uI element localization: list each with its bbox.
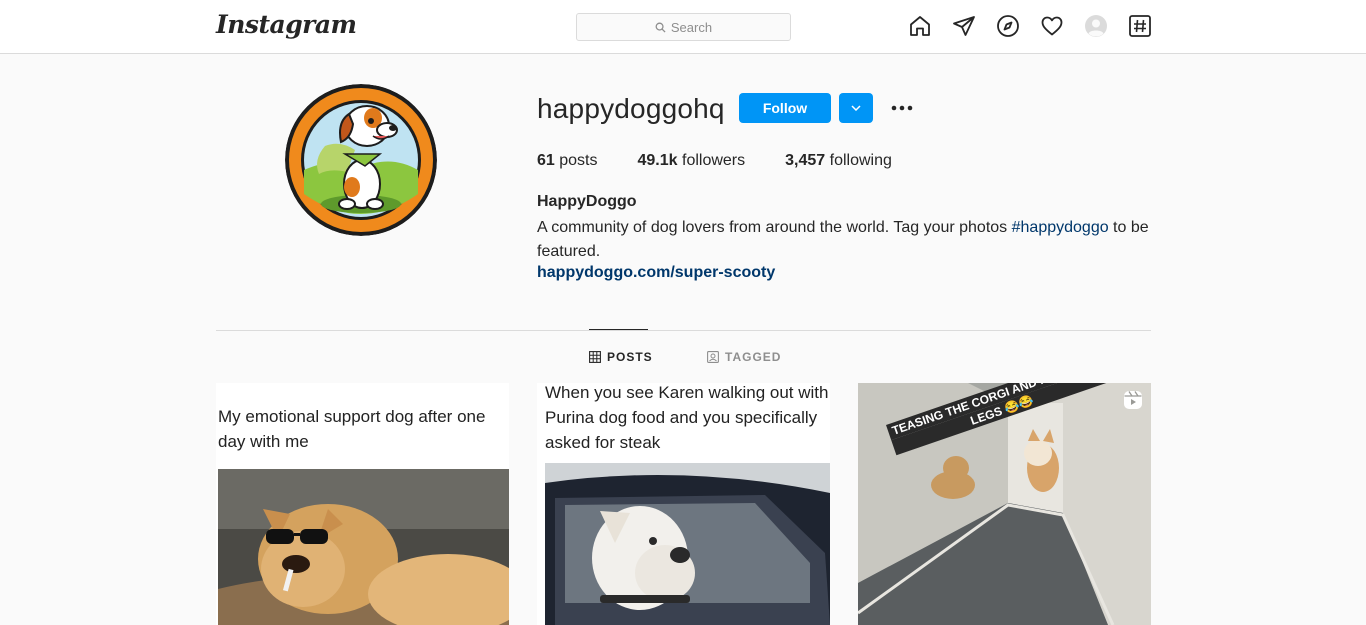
- profile-bio: A community of dog lovers from around th…: [537, 216, 1157, 264]
- post-thumbnail-reel[interactable]: TEASING THE CORGI AND HIS SHORT LEGS 😂😂: [858, 383, 1151, 625]
- tab-posts-label: POSTS: [607, 350, 653, 364]
- reels-icon: [1124, 391, 1142, 409]
- suggested-accounts-button[interactable]: [839, 93, 873, 123]
- dog-mascot-logo: [285, 84, 437, 236]
- posts-count-label: posts: [559, 152, 598, 169]
- more-options-icon: [891, 105, 913, 111]
- following-count-value: 3,457: [785, 152, 826, 169]
- tagged-user-icon: [707, 351, 719, 363]
- activity-icon[interactable]: [1039, 13, 1065, 39]
- posts-count-value: 61: [537, 152, 555, 169]
- followers-count-value: 49.1k: [637, 152, 678, 169]
- home-icon[interactable]: [907, 13, 933, 39]
- posts-count: 61 posts: [537, 152, 598, 170]
- followers-link[interactable]: 49.1k followers: [638, 152, 746, 170]
- profile-website-link[interactable]: happydoggo.com/super-scooty: [537, 264, 775, 282]
- tabs-divider: [216, 330, 1151, 331]
- tab-tagged-label: TAGGED: [725, 350, 782, 364]
- post-caption-text: My emotional support dog after one day w…: [218, 407, 486, 451]
- post-caption-text: When you see Karen walking out with Puri…: [545, 383, 829, 452]
- profile-username: happydoggohq: [537, 93, 725, 124]
- profile-stats: 61 posts 49.1k followers 3,457 following: [537, 152, 932, 170]
- post-thumbnail[interactable]: My emotional support dog after one day w…: [216, 383, 509, 625]
- tab-posts[interactable]: POSTS: [589, 350, 653, 364]
- explore-icon[interactable]: [995, 13, 1021, 39]
- bio-hashtag-link[interactable]: #happydoggo: [1012, 219, 1109, 236]
- followers-count-label: followers: [682, 152, 746, 169]
- active-tab-indicator: [589, 329, 648, 330]
- post-image-dog-in-car: [545, 463, 830, 625]
- post-thumbnail[interactable]: When you see Karen walking out with Puri…: [537, 383, 830, 625]
- top-nav-bar: Instagram Search: [0, 0, 1366, 54]
- profile-full-name: HappyDoggo: [537, 193, 637, 210]
- following-count-label: following: [829, 152, 892, 169]
- following-link[interactable]: 3,457 following: [785, 152, 892, 170]
- chevron-down-icon: [851, 105, 861, 111]
- direct-icon[interactable]: [951, 13, 977, 39]
- profile-avatar[interactable]: [285, 84, 437, 236]
- hashtag-icon[interactable]: [1127, 13, 1153, 39]
- grid-icon: [589, 351, 601, 363]
- tab-tagged[interactable]: TAGGED: [707, 350, 781, 364]
- follow-button[interactable]: Follow: [739, 93, 831, 123]
- bio-text: A community of dog lovers from around th…: [537, 219, 1012, 236]
- profile-avatar-icon[interactable]: [1083, 13, 1109, 39]
- post-image-dog-sunglasses: [218, 469, 509, 625]
- more-options-button[interactable]: [886, 95, 918, 121]
